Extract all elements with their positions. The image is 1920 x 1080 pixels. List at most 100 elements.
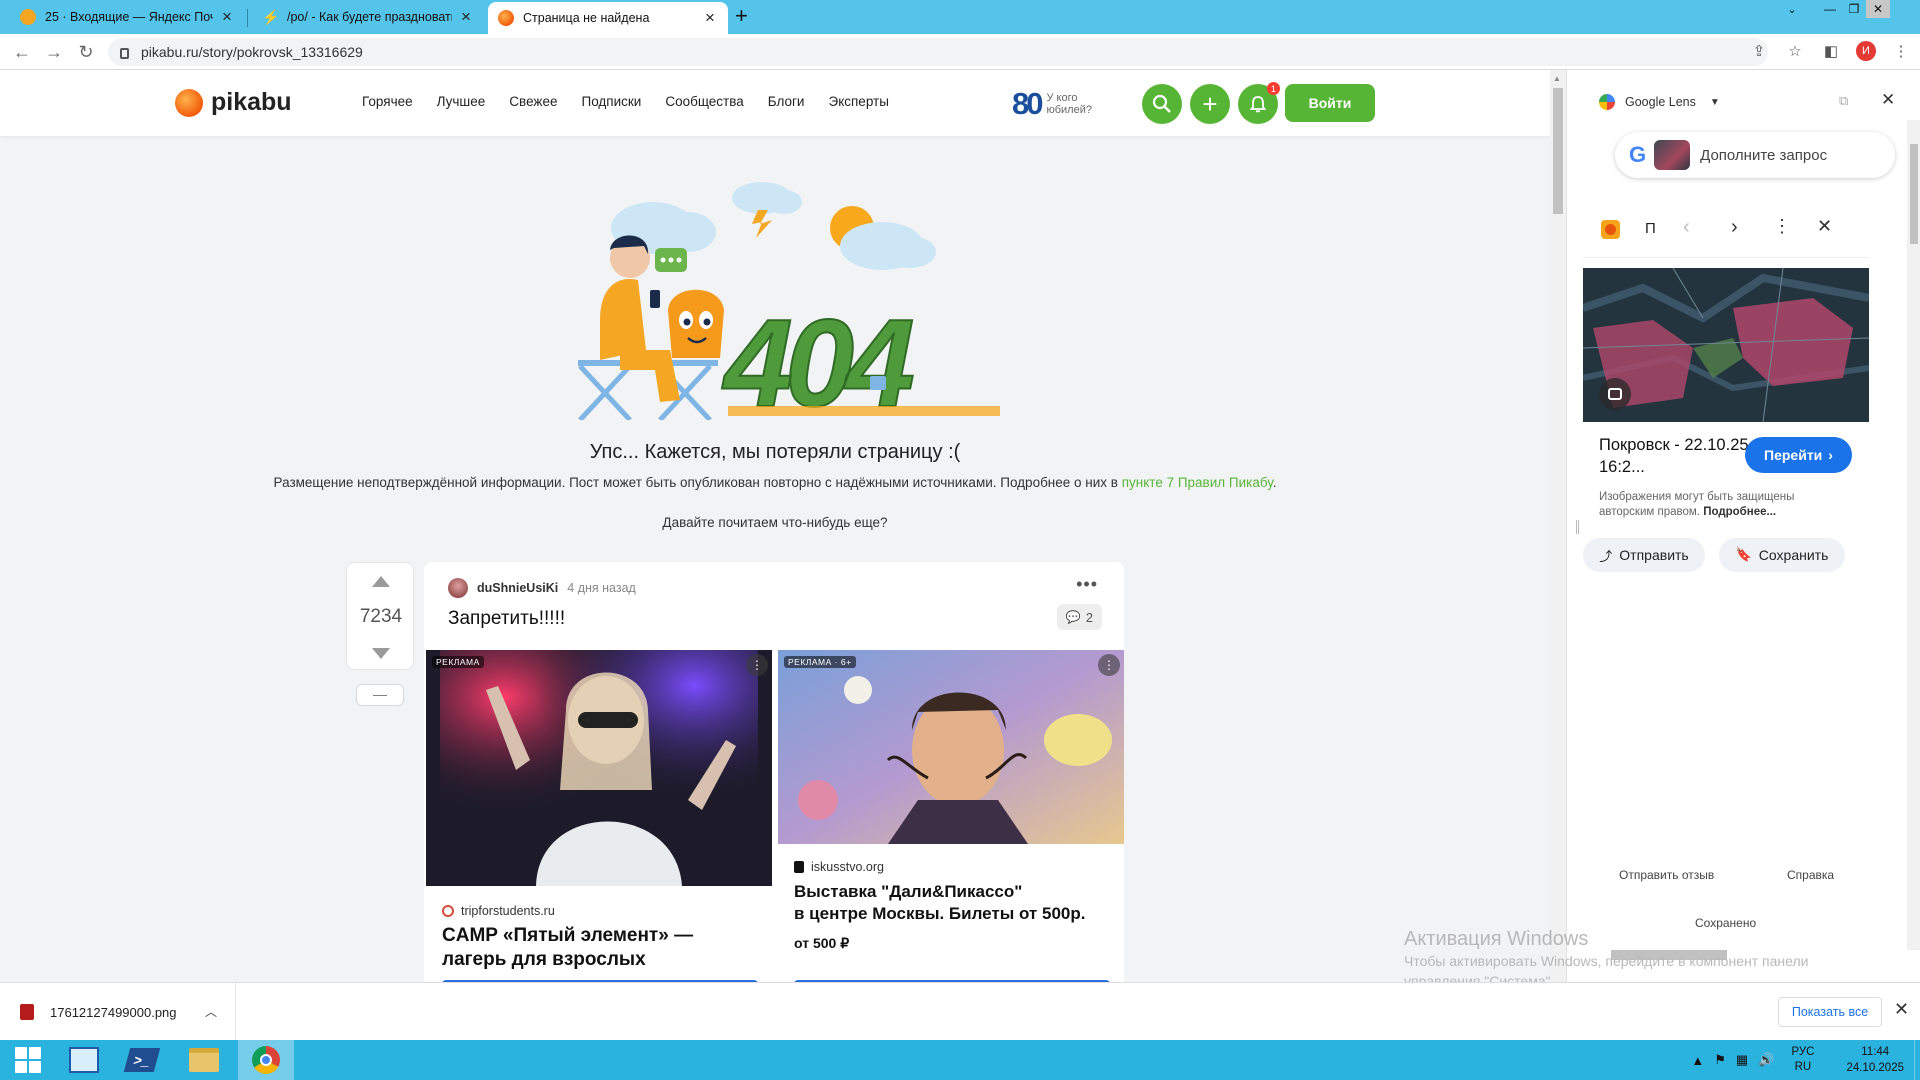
ad-card-dali[interactable]: РЕКЛАМА · 6+ ⋮ iskusstvo.org Выставка "Д… [778, 650, 1124, 982]
network-icon[interactable]: ▦ [1736, 1052, 1748, 1068]
language-indicator[interactable]: РУС RU [1791, 1045, 1814, 1075]
author-name[interactable]: duShnieUsiKi [477, 581, 558, 595]
file-explorer-button[interactable] [176, 1040, 232, 1080]
share-button[interactable]: ⤴ Отправить [1583, 538, 1705, 572]
profile-avatar[interactable]: И [1856, 41, 1876, 61]
close-result-icon[interactable]: ✕ [1817, 216, 1832, 237]
action-center-icon[interactable]: ⚑ [1714, 1052, 1726, 1068]
ad-source[interactable]: iskusstvo.org [794, 860, 884, 874]
more-options-icon[interactable]: ⋮ [1773, 216, 1791, 237]
jubilee-text: У кого юбилей? [1046, 92, 1092, 116]
more-info-link[interactable]: Подробнее... [1703, 506, 1776, 518]
lang-line1: РУС [1791, 1046, 1815, 1058]
chevron-up-icon[interactable]: ︿ [205, 1003, 217, 1020]
reload-icon[interactable]: ↻ [74, 40, 98, 64]
pikabu-logo[interactable]: pikabu [175, 88, 292, 117]
panel-resize-handle[interactable] [1576, 520, 1579, 534]
close-tab-icon[interactable]: × [458, 7, 474, 27]
comments-button[interactable]: 💬 2 [1056, 604, 1102, 630]
next-result-icon[interactable]: › [1731, 216, 1738, 239]
bookmark-star-icon[interactable]: ☆ [1784, 40, 1806, 62]
ad-card-camp[interactable]: РЕКЛАМА ⋮ tripforstudents.ru CAMP «Пятый… [426, 650, 772, 982]
lens-scrollbar[interactable] [1907, 120, 1920, 950]
prev-result-icon[interactable]: ‹ [1683, 216, 1690, 239]
volume-icon[interactable]: 🔊 [1758, 1052, 1774, 1068]
jubilee-promo[interactable]: 80 У кого юбилей? [1012, 86, 1098, 122]
close-panel-icon[interactable]: ✕ [1881, 90, 1895, 110]
result-map-image[interactable] [1583, 268, 1869, 422]
nav-subscriptions[interactable]: Подписки [581, 94, 641, 109]
lens-search-box[interactable]: G Дополните запрос [1615, 132, 1895, 178]
minimize-icon[interactable]: — [1818, 0, 1842, 18]
tab-yandex-mail[interactable]: 25 · Входящие — Яндекс Почта × [10, 1, 245, 33]
show-all-downloads-button[interactable]: Показать все [1778, 997, 1882, 1027]
address-bar[interactable]: pikabu.ru/story/pokrovsk_13316629 [108, 38, 1768, 66]
scroll-up-arrow-icon[interactable]: ▲ [1553, 74, 1561, 83]
close-downloads-icon[interactable]: ✕ [1894, 999, 1909, 1020]
tab-not-found[interactable]: Страница не найдена × [488, 2, 728, 34]
notifications-button[interactable]: 1 [1238, 82, 1280, 124]
lens-search-icon[interactable] [1599, 378, 1631, 410]
ad-menu-icon[interactable]: ⋮ [746, 654, 768, 676]
send-feedback-link[interactable]: Отправить отзыв [1619, 868, 1714, 882]
show-desktop-button[interactable] [1914, 1040, 1920, 1080]
chrome-taskbar-button[interactable] [238, 1040, 294, 1080]
close-tab-icon[interactable]: × [702, 8, 718, 28]
save-button[interactable]: 🔖 Сохранить [1719, 538, 1845, 572]
close-tab-icon[interactable]: × [219, 7, 235, 27]
upvote-arrow-icon[interactable] [372, 576, 390, 587]
restore-icon[interactable]: ❐ [1842, 0, 1866, 18]
collapse-post-button[interactable]: — [356, 684, 404, 706]
lock-icon[interactable] [120, 47, 129, 59]
nav-hot[interactable]: Горячее [362, 94, 413, 109]
nav-blogs[interactable]: Блоги [768, 94, 805, 109]
powershell-button[interactable]: >_ [114, 1040, 170, 1080]
side-panel-icon[interactable]: ◧ [1820, 40, 1842, 62]
forward-icon[interactable]: → [42, 40, 66, 64]
lens-panel-header[interactable]: Google Lens ▼ [1599, 94, 1720, 110]
nav-experts[interactable]: Эксперты [828, 94, 888, 109]
dali-illustration [778, 650, 1124, 844]
page-scrollbar[interactable]: ▲ [1550, 70, 1566, 982]
nav-communities[interactable]: Сообщества [665, 94, 743, 109]
start-button[interactable] [0, 1040, 56, 1080]
query-image-thumbnail[interactable] [1654, 140, 1691, 170]
main-nav: Горячее Лучшее Свежее Подписки Сообществ… [362, 94, 889, 109]
tab-search-icon[interactable]: ⌄ [1780, 0, 1804, 18]
menu-kebab-icon[interactable]: ⋮ [1890, 40, 1912, 62]
ad-source[interactable]: tripforstudents.ru [442, 904, 555, 918]
rules-link[interactable]: пункте 7 Правил Пикабу [1122, 475, 1273, 490]
back-icon[interactable]: ← [10, 40, 34, 64]
nav-fresh[interactable]: Свежее [509, 94, 557, 109]
ad-source-text: tripforstudents.ru [461, 904, 555, 918]
downvote-arrow-icon[interactable] [372, 648, 390, 659]
show-hidden-icons-icon[interactable]: ▲ [1691, 1053, 1704, 1068]
post-title[interactable]: Запретить!!!!! [448, 608, 565, 630]
lens-scroll-thumb[interactable] [1910, 144, 1918, 244]
new-tab-button[interactable]: + [735, 3, 748, 29]
result-title[interactable]: Покровск - 22.10.25 16:2... [1599, 434, 1749, 478]
server-manager-button[interactable] [56, 1040, 112, 1080]
add-post-button[interactable]: + [1190, 84, 1230, 124]
error-message-end: . [1272, 475, 1277, 490]
post-menu-icon[interactable]: ••• [1076, 574, 1098, 595]
close-window-icon[interactable]: ✕ [1866, 0, 1890, 18]
ad-menu-icon[interactable]: ⋮ [1098, 654, 1120, 676]
share-icon[interactable]: ⇪ [1748, 40, 1770, 62]
tab-po[interactable]: ⚡ /po/ - Как будете праздновать × [252, 1, 484, 33]
open-in-new-tab-icon[interactable]: ⧉ [1839, 93, 1848, 109]
author-avatar[interactable] [448, 578, 468, 598]
ad-title[interactable]: CAMP «Пятый элемент» — лагерь для взросл… [442, 924, 742, 972]
page-scroll-thumb[interactable] [1553, 88, 1563, 214]
download-item[interactable]: 17612127499000.png ︿ [0, 983, 236, 1041]
search-button[interactable] [1142, 84, 1182, 124]
clock[interactable]: 11:44 24.10.2025 [1846, 1044, 1904, 1076]
login-button[interactable]: Войти [1285, 84, 1375, 122]
windows-taskbar: >_ ▲ ⚑ ▦ 🔊 РУС RU 11:44 24.10.2025 [0, 1040, 1920, 1080]
nav-best[interactable]: Лучшее [437, 94, 486, 109]
ad-title[interactable]: Выставка "Дали&Пикассо" в центре Москвы.… [794, 881, 1114, 925]
help-link[interactable]: Справка [1787, 868, 1834, 882]
pikabu-favicon [498, 10, 514, 26]
plus-icon: + [1202, 89, 1218, 119]
goto-button[interactable]: Перейти › [1745, 437, 1852, 473]
